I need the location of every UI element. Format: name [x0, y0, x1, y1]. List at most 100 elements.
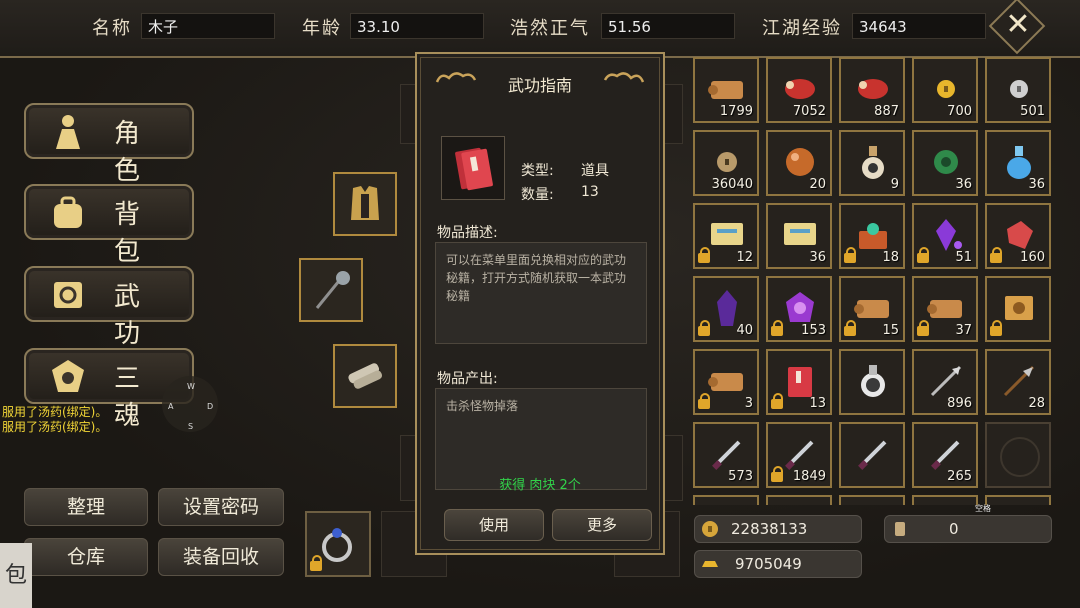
orb-icon — [786, 148, 814, 176]
item-count: 153 — [801, 323, 826, 338]
inventory-slot[interactable]: 51 — [912, 203, 978, 269]
item-detail-dialog: 武功指南 类型: 道具 数量: 13 物品描述: 可以在菜单里面兑换相对应的武功… — [415, 52, 665, 555]
accessory-slot-ring[interactable] — [305, 511, 371, 577]
dagger-icon — [858, 440, 887, 470]
close-icon[interactable]: ✕ — [1003, 10, 1033, 40]
bracer-icon — [348, 363, 382, 389]
quantity-label: 数量: — [521, 187, 554, 203]
inventory-slot[interactable]: 160 — [985, 203, 1051, 269]
copper-coin-icon — [717, 152, 737, 172]
use-button[interactable]: 使用 — [444, 509, 544, 541]
inventory-slot[interactable]: 20 — [766, 130, 832, 196]
inventory-slot[interactable] — [766, 495, 832, 505]
inventory-slot[interactable]: 896 — [912, 349, 978, 415]
gem-icon — [936, 219, 962, 251]
armor-icon — [351, 186, 379, 220]
inventory-slot[interactable]: 887 — [839, 57, 905, 123]
copper-currency: 22838133 — [694, 515, 862, 543]
inventory-slot[interactable]: 12 — [693, 203, 759, 269]
inventory-slot[interactable]: 7052 — [766, 57, 832, 123]
more-button[interactable]: 更多 — [552, 509, 652, 541]
menu-martial-arts-button[interactable]: 武功 — [24, 266, 194, 349]
bag-tab[interactable]: 包 — [0, 543, 32, 608]
inventory-slot[interactable] — [985, 495, 1051, 505]
inventory-slot[interactable] — [839, 422, 905, 488]
item-count: 51 — [955, 250, 972, 265]
dagger-icon — [712, 440, 741, 470]
inventory-slot[interactable]: 501 — [985, 57, 1051, 123]
amethyst-icon — [786, 292, 814, 322]
scroll-icon — [927, 300, 962, 318]
inventory-slot[interactable] — [985, 422, 1051, 488]
inventory-slot[interactable]: 36 — [985, 130, 1051, 196]
menu-character-label: 角色 — [114, 119, 155, 186]
spear-icon — [1003, 365, 1035, 397]
vase-icon — [862, 146, 884, 179]
book-icon — [455, 147, 493, 191]
inventory-slot[interactable]: 18 — [839, 203, 905, 269]
equipment-recycle-button[interactable]: 装备回收 — [158, 538, 284, 576]
inventory-slot[interactable]: 15 — [839, 276, 905, 342]
dialog-title: 武功指南 — [507, 76, 572, 95]
inventory-slot[interactable]: 36 — [766, 203, 832, 269]
inventory-slot[interactable]: 40 — [693, 276, 759, 342]
chest-icon — [859, 223, 887, 249]
type-value: 道具 — [581, 163, 609, 179]
set-password-button[interactable]: 设置密码 — [158, 488, 284, 526]
quantity-value: 13 — [581, 184, 599, 200]
meat-icon — [785, 79, 815, 99]
menu-character-button[interactable]: 角色 — [24, 103, 194, 186]
warehouse-button[interactable]: 仓库 — [24, 538, 148, 576]
inventory-slot[interactable]: 36040 — [693, 130, 759, 196]
inventory-slot[interactable]: 700 — [912, 57, 978, 123]
experience-value: 34643 — [852, 13, 986, 39]
menu-backpack-label: 背包 — [114, 200, 155, 267]
item-count: 7052 — [792, 104, 826, 119]
inventory-slot[interactable]: 13 — [766, 349, 832, 415]
sort-button[interactable]: 整理 — [24, 488, 148, 526]
other-currency: 0 — [884, 515, 1052, 543]
inventory-slot[interactable]: 3 — [693, 349, 759, 415]
silver-coin-icon — [1010, 80, 1028, 98]
equip-slot-bracer[interactable] — [333, 344, 397, 408]
inventory-slot[interactable]: 36 — [912, 130, 978, 196]
menu-martial-arts-label: 武功 — [114, 282, 155, 349]
equip-slot-weapon[interactable] — [299, 258, 363, 322]
empty-slots-label: 空格 — [975, 504, 991, 513]
item-count: 501 — [1020, 104, 1045, 119]
inventory-slot[interactable]: 9 — [839, 130, 905, 196]
lock-icon — [771, 393, 783, 409]
inventory-slot[interactable] — [912, 495, 978, 505]
inventory-slot[interactable]: 265 — [912, 422, 978, 488]
equip-slot-hidden — [663, 84, 683, 144]
inventory-slot[interactable] — [693, 495, 759, 505]
scroll-icon — [854, 300, 889, 318]
inventory-slot[interactable]: 28 — [985, 349, 1051, 415]
item-count: 40 — [736, 323, 753, 338]
inventory-slot[interactable] — [839, 495, 905, 505]
type-label: 类型: — [521, 163, 554, 179]
inventory-slot[interactable]: 37 — [912, 276, 978, 342]
jade-icon — [934, 150, 958, 174]
inventory-slot[interactable] — [985, 276, 1051, 342]
menu-backpack-button[interactable]: 背包 — [24, 184, 194, 267]
item-count: 160 — [1020, 250, 1045, 265]
inventory-slot[interactable]: 153 — [766, 276, 832, 342]
inventory-slot[interactable]: 573 — [693, 422, 759, 488]
lock-icon — [990, 247, 1002, 263]
item-count: 36 — [809, 250, 826, 265]
item-count: 573 — [728, 469, 753, 484]
lock-icon — [917, 320, 929, 336]
lock-icon — [310, 555, 322, 571]
equip-slot-armor[interactable] — [333, 172, 397, 236]
compass-w: W — [187, 382, 195, 391]
inventory-slot[interactable]: 1799 — [693, 57, 759, 123]
item-count: 887 — [874, 104, 899, 119]
direction-compass[interactable]: W A D S — [162, 376, 218, 432]
inventory-slot[interactable]: 1849 — [766, 422, 832, 488]
lock-icon — [698, 247, 710, 263]
item-count: 36 — [1028, 177, 1045, 192]
experience-label: 江湖经验 — [762, 18, 842, 39]
inventory-slot[interactable] — [839, 349, 905, 415]
equip-slot-hidden — [663, 435, 683, 501]
